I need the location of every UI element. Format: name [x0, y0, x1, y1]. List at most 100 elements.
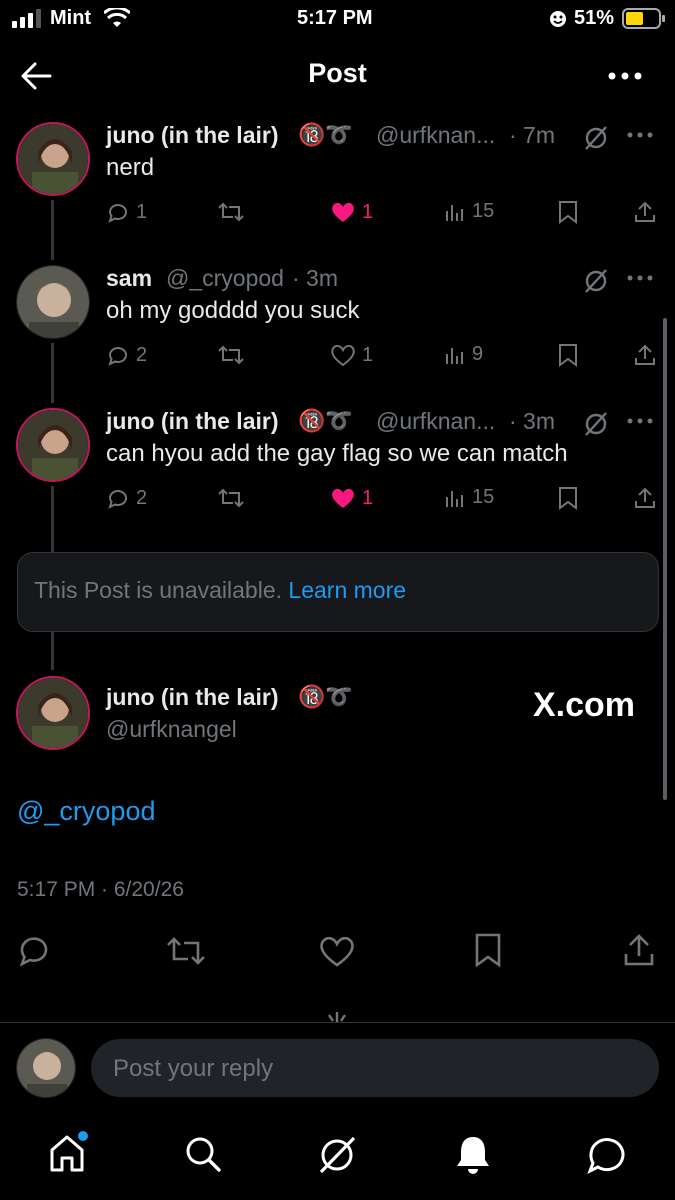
- scrollbar[interactable]: [663, 318, 667, 800]
- battery-percent: 51%: [574, 7, 615, 29]
- views-button[interactable]: 15: [444, 200, 494, 223]
- bookmark-icon[interactable]: [557, 343, 579, 367]
- like-button[interactable]: 1: [330, 200, 373, 224]
- handle[interactable]: @urfknan...: [376, 408, 495, 435]
- battery-icon: [622, 8, 665, 29]
- avatar[interactable]: [16, 122, 90, 196]
- emoji-badges: 🔞➰: [298, 408, 353, 433]
- unavailable-text: This Post is unavailable.: [34, 577, 283, 603]
- grok-icon[interactable]: [583, 268, 609, 294]
- my-avatar[interactable]: [16, 1038, 76, 1098]
- emoji-badges: 🔞➰: [298, 684, 353, 709]
- post-text: nerd: [106, 154, 155, 181]
- avatar[interactable]: [16, 408, 90, 482]
- home-icon[interactable]: [48, 1130, 90, 1174]
- post-timestamp: 5:17 PM · 6/20/26: [17, 878, 184, 901]
- post-time: · 7m: [509, 122, 555, 148]
- grok-icon[interactable]: [316, 1134, 358, 1176]
- display-name[interactable]: juno (in the lair): [106, 122, 279, 149]
- thread-post[interactable]: juno (in the lair) 🔞➰ @urfknan... · 3m c…: [0, 404, 675, 524]
- page-title: Post: [308, 58, 367, 88]
- share-icon[interactable]: [634, 343, 656, 367]
- grok-icon[interactable]: [583, 411, 609, 437]
- x-com-watermark: X.com: [533, 686, 636, 724]
- unavailable-post-card: This Post is unavailable. Learn more: [17, 552, 659, 632]
- reply-icon[interactable]: [18, 934, 52, 968]
- reply-icon: [108, 204, 127, 223]
- reply-input[interactable]: Post your reply: [91, 1039, 659, 1097]
- post-text: can hyou add the gay flag so we can matc…: [106, 440, 568, 467]
- emoji-badges: 🔞➰: [298, 122, 353, 147]
- reply-count: 2: [136, 486, 148, 509]
- reply-button[interactable]: 1: [106, 200, 147, 224]
- reply-count: 1: [136, 200, 148, 223]
- view-count: 15: [472, 486, 495, 508]
- bookmark-icon[interactable]: [557, 486, 579, 510]
- heart-icon[interactable]: [318, 934, 356, 968]
- grok-icon[interactable]: [583, 125, 609, 151]
- retweet-icon: [218, 488, 244, 508]
- post-text: oh my godddd you suck: [106, 297, 360, 324]
- retweet-button[interactable]: [218, 200, 244, 224]
- display-name[interactable]: sam: [106, 265, 152, 292]
- views-icon: [446, 490, 463, 507]
- views-button[interactable]: 9: [444, 343, 483, 366]
- like-button[interactable]: 1: [330, 486, 373, 510]
- share-icon[interactable]: [634, 486, 656, 510]
- carrier-name: Mint: [50, 7, 92, 29]
- like-count: 1: [362, 343, 374, 366]
- retweet-icon: [218, 202, 244, 222]
- reply-count: 2: [136, 343, 148, 366]
- messages-icon[interactable]: [586, 1134, 628, 1176]
- more-icon[interactable]: [626, 417, 654, 425]
- heart-icon: [331, 344, 355, 367]
- bell-icon[interactable]: [454, 1134, 492, 1176]
- status-bar: Mint 5:17 PM 51%: [0, 0, 675, 40]
- wifi-icon: [104, 8, 130, 27]
- mention-link[interactable]: @_cryopod: [17, 796, 155, 827]
- handle[interactable]: @_cryopod: [166, 265, 284, 292]
- reply-icon: [108, 347, 127, 366]
- retweet-button[interactable]: [218, 343, 244, 367]
- like-count: 1: [362, 200, 374, 223]
- reply-button[interactable]: 2: [106, 486, 147, 510]
- bookmark-icon[interactable]: [473, 932, 503, 968]
- thread-line: [51, 632, 54, 670]
- bookmark-icon[interactable]: [557, 200, 579, 224]
- signal-icon: [12, 9, 41, 28]
- share-icon[interactable]: [623, 932, 655, 968]
- post-time: · 3m: [292, 265, 338, 291]
- views-icon: [446, 347, 463, 364]
- like-count: 1: [362, 486, 374, 509]
- retweet-icon: [218, 345, 244, 365]
- retweet-button[interactable]: [218, 486, 244, 510]
- retweet-icon[interactable]: [166, 934, 206, 968]
- author-handle[interactable]: @urfknangel: [106, 716, 237, 743]
- reply-icon: [108, 490, 127, 509]
- display-name[interactable]: juno (in the lair): [106, 408, 279, 435]
- clock: 5:17 PM: [297, 7, 373, 29]
- unavailable-message: This Post is unavailable. Learn more: [34, 577, 406, 604]
- handle[interactable]: @urfknan...: [376, 122, 495, 149]
- heart-icon: [332, 488, 354, 508]
- loading-spinner-icon: [328, 1012, 346, 1022]
- more-icon[interactable]: [626, 274, 654, 282]
- like-button[interactable]: 1: [330, 343, 373, 367]
- view-count: 9: [472, 343, 484, 365]
- views-icon: [446, 204, 463, 221]
- author-avatar[interactable]: [16, 676, 90, 750]
- more-icon[interactable]: [626, 131, 654, 139]
- reply-placeholder: Post your reply: [113, 1055, 274, 1082]
- focus-icon: [550, 11, 566, 27]
- view-count: 15: [472, 200, 495, 222]
- reply-button[interactable]: 2: [106, 343, 147, 367]
- views-button[interactable]: 15: [444, 486, 494, 509]
- thread-post[interactable]: juno (in the lair) 🔞➰ @urfknan... · 7m n…: [0, 118, 675, 238]
- thread-post[interactable]: sam @_cryopod · 3m oh my godddd you suck…: [0, 261, 675, 381]
- search-icon[interactable]: [183, 1134, 223, 1174]
- author-name[interactable]: juno (in the lair): [106, 684, 279, 711]
- more-icon[interactable]: [607, 70, 643, 82]
- share-icon[interactable]: [634, 200, 656, 224]
- avatar[interactable]: [16, 265, 90, 339]
- learn-more-link[interactable]: Learn more: [288, 577, 406, 603]
